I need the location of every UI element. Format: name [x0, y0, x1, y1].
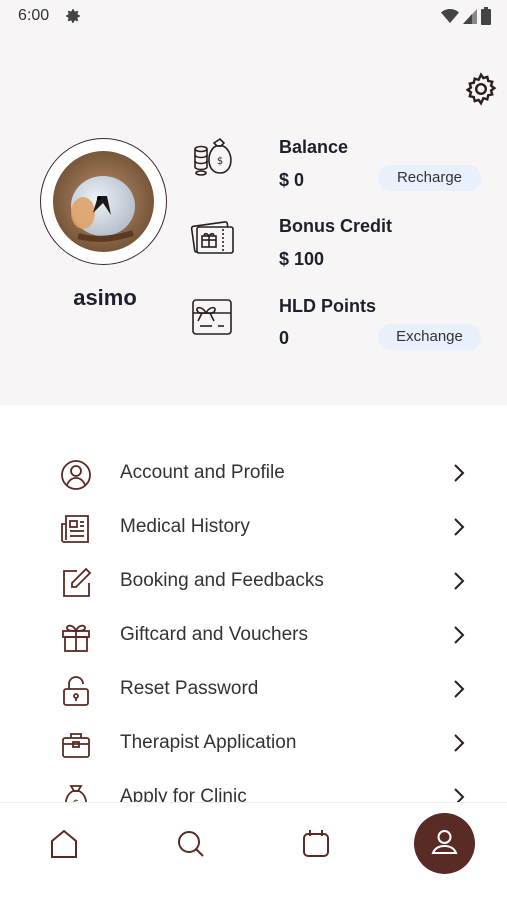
- gift-icon: [62, 624, 90, 652]
- points-value: 0: [279, 328, 290, 348]
- settings-status-icon: [66, 9, 80, 23]
- profile-icon: [431, 830, 458, 854]
- menu-item-label: Therapist Application: [120, 732, 297, 753]
- menu-item-label: Account and Profile: [120, 462, 285, 483]
- bottom-navigation: [0, 802, 507, 900]
- menu-item-label: Giftcard and Vouchers: [120, 624, 308, 645]
- unlock-icon: [63, 676, 89, 706]
- chevron-right-icon: [454, 788, 465, 802]
- chevron-right-icon: [454, 680, 465, 698]
- chevron-right-icon: [454, 518, 465, 536]
- balance-label: Balance: [279, 137, 349, 157]
- newspaper-icon: [61, 515, 89, 543]
- menu-item-label: Medical History: [120, 516, 250, 537]
- menu-item-giftcard-vouchers[interactable]: Giftcard and Vouchers: [0, 608, 507, 662]
- wifi-icon: [441, 9, 459, 23]
- bonus-credit-value: $ 100: [279, 249, 325, 269]
- money-bag-icon: $: [65, 785, 87, 802]
- avatar-image: [53, 151, 154, 252]
- gift-ticket-icon: [190, 221, 234, 254]
- chevron-right-icon: [454, 572, 465, 590]
- bonus-credit-label: Bonus Credit: [279, 216, 393, 236]
- edit-icon: [63, 567, 92, 597]
- points-label: HLD Points: [279, 296, 376, 316]
- menu-item-therapist-application[interactable]: Therapist Application: [0, 716, 507, 770]
- balance-value: $ 0: [279, 170, 305, 190]
- chevron-right-icon: [454, 464, 465, 482]
- menu-item-label: Reset Password: [120, 678, 259, 699]
- money-bag-coins-icon: $: [194, 137, 232, 176]
- status-icons: [441, 7, 491, 25]
- profile-tab-active[interactable]: [414, 813, 475, 874]
- user-circle-icon: [61, 460, 91, 490]
- signal-icon: [463, 9, 477, 24]
- search-icon[interactable]: [170, 823, 212, 865]
- menu-item-label: Apply for Clinic: [120, 786, 247, 802]
- recharge-button[interactable]: Recharge: [378, 165, 481, 191]
- battery-icon: [481, 7, 491, 25]
- exchange-button[interactable]: Exchange: [378, 324, 481, 350]
- username: asimo: [73, 285, 137, 310]
- briefcase-icon: [62, 733, 90, 758]
- home-icon[interactable]: [43, 823, 85, 865]
- menu-item-apply-clinic[interactable]: $ Apply for Clinic: [0, 770, 507, 802]
- svg-text:$: $: [217, 156, 223, 167]
- status-bar: 6:00: [0, 0, 507, 32]
- gear-icon[interactable]: [463, 71, 499, 107]
- chevron-right-icon: [454, 734, 465, 752]
- menu-item-reset-password[interactable]: Reset Password: [0, 662, 507, 716]
- settings-menu: Account and Profile Medical History Book…: [0, 446, 507, 802]
- chevron-right-icon: [454, 626, 465, 644]
- menu-item-booking-feedbacks[interactable]: Booking and Feedbacks: [0, 554, 507, 608]
- calendar-icon[interactable]: [295, 823, 337, 865]
- menu-item-label: Booking and Feedbacks: [120, 570, 324, 591]
- menu-item-medical-history[interactable]: Medical History: [0, 500, 507, 554]
- menu-item-account-profile[interactable]: Account and Profile: [0, 446, 507, 500]
- status-time: 6:00: [18, 7, 50, 24]
- avatar[interactable]: [40, 138, 167, 265]
- gift-card-icon: [192, 299, 232, 335]
